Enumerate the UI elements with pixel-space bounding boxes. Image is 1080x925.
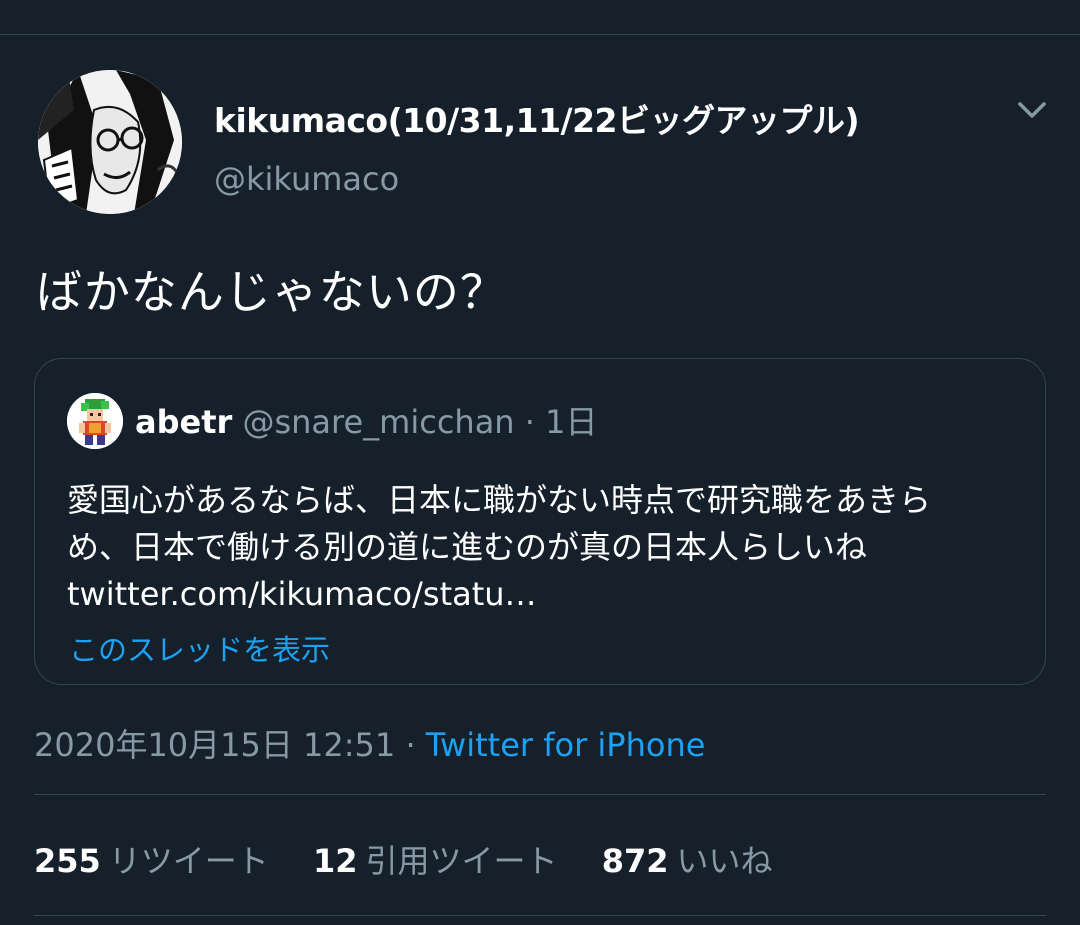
retweet-label: リツイート: [108, 842, 269, 880]
like-count: 872: [601, 842, 669, 880]
like-count-stat[interactable]: 872 いいね: [602, 836, 773, 882]
quoted-tweet-header: abetr @snare_micchan · 1日: [135, 397, 597, 443]
tweet-text: ばかなんじゃないの？: [36, 265, 507, 319]
quoted-text-line: 愛国心があるならば、日本に職がない時点で研究職をあきら: [67, 481, 932, 519]
meta-separator: ·: [405, 726, 416, 764]
pixel-character-avatar-icon: [67, 393, 123, 449]
quoted-text-link[interactable]: twitter.com/kikumaco/statu…: [67, 571, 1027, 618]
quote-count-stat[interactable]: 12 引用ツイート: [313, 836, 558, 882]
quote-label: 引用ツイート: [365, 842, 558, 880]
quote-count: 12: [312, 842, 358, 880]
retweet-count-stat[interactable]: 255 リツイート: [34, 836, 269, 882]
quoted-tweet-card[interactable]: abetr @snare_micchan · 1日 愛国心があるならば、日本に職…: [34, 358, 1046, 685]
quoted-time: 1日: [545, 403, 598, 441]
quoted-tweet-text: 愛国心があるならば、日本に職がない時点で研究職をあきら め、日本で働ける別の道に…: [67, 477, 1027, 618]
quoted-user-handle[interactable]: @snare_micchan: [242, 403, 514, 441]
display-name[interactable]: kikumaco(10/31,11/22ビッグアップル): [214, 94, 860, 142]
quoted-separator: ·: [524, 403, 535, 441]
like-label: いいね: [676, 842, 773, 880]
user-avatar[interactable]: [38, 70, 182, 214]
tweet-timestamp[interactable]: 2020年10月15日 12:51: [34, 726, 395, 764]
user-handle[interactable]: @kikumaco: [214, 160, 399, 198]
show-thread-link[interactable]: このスレッドを表示: [69, 627, 330, 669]
manga-avatar-icon: [38, 70, 182, 214]
tweet-meta: 2020年10月15日 12:51 · Twitter for iPhone: [34, 720, 705, 766]
quoted-text-line: め、日本で働ける別の道に進むのが真の日本人らしいね: [67, 528, 868, 566]
stats-bottom-divider: [34, 915, 1046, 916]
chevron-down-icon[interactable]: [1014, 92, 1050, 128]
quoted-user-avatar[interactable]: [67, 393, 123, 449]
tweet-source-link[interactable]: Twitter for iPhone: [426, 726, 706, 764]
stats-top-divider: [34, 794, 1046, 795]
retweet-count: 255: [34, 842, 101, 880]
quoted-user-name[interactable]: abetr: [135, 403, 232, 441]
top-divider: [0, 34, 1080, 35]
tweet-stats: 255 リツイート 12 引用ツイート 872 いいね: [34, 836, 807, 882]
